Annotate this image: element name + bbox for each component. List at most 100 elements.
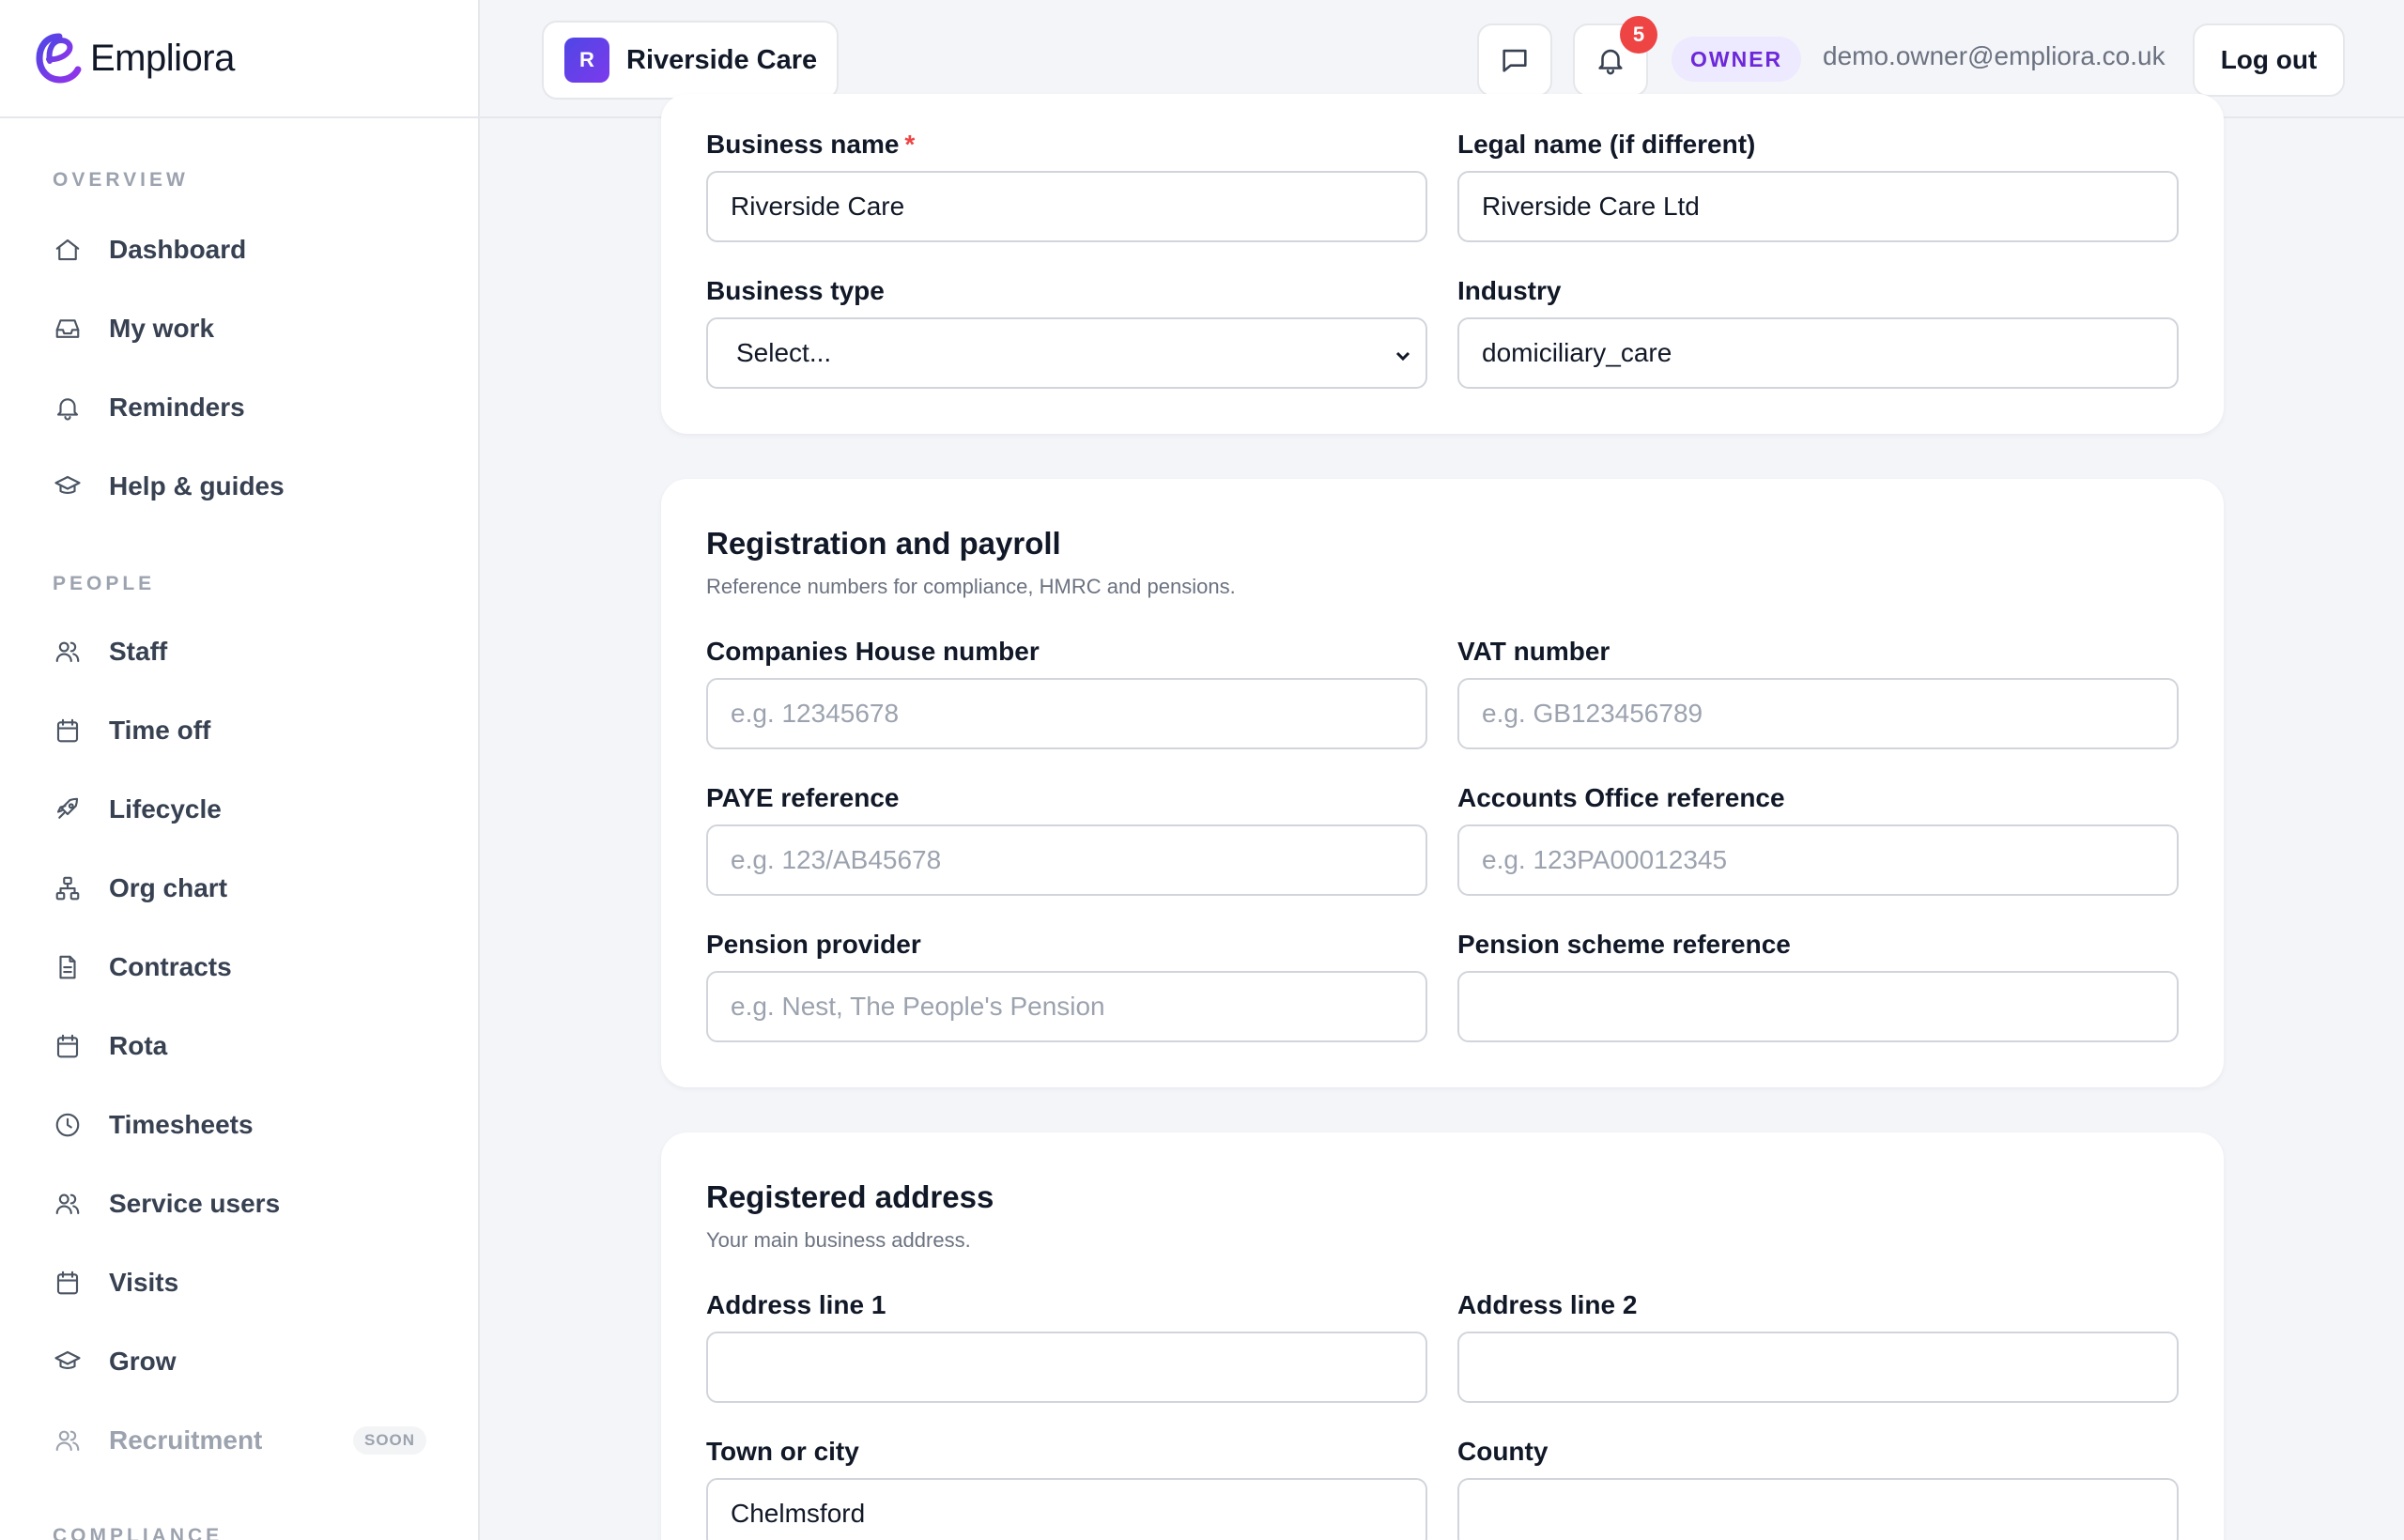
- sidebar-item-service-users[interactable]: Service users: [53, 1179, 428, 1228]
- calendar-icon: [53, 1031, 83, 1061]
- address-line2-label: Address line 2: [1457, 1290, 1638, 1319]
- sidebar-item-grow[interactable]: Grow: [53, 1337, 428, 1386]
- sidebar-item-label: Reminders: [109, 393, 245, 422]
- sidebar-item-label: Rota: [109, 1031, 168, 1060]
- empliora-logo-icon: [36, 33, 82, 84]
- sidebar-item-label: My work: [109, 314, 215, 343]
- calendar-icon: [53, 1268, 83, 1298]
- sidebar-item-rota[interactable]: Rota: [53, 1022, 428, 1070]
- sidebar: Empliora OVERVIEW Dashboard My work Remi…: [0, 0, 480, 1540]
- sidebar-item-lifecycle[interactable]: Lifecycle: [53, 785, 428, 834]
- sidebar-item-reminders[interactable]: Reminders: [53, 383, 428, 432]
- notification-count-badge: 5: [1620, 16, 1657, 54]
- clock-icon: [53, 1110, 83, 1140]
- paye-label: PAYE reference: [706, 783, 900, 812]
- business-details-card: Business name* Legal name (if different)…: [661, 94, 2224, 434]
- town-city-input[interactable]: [706, 1478, 1427, 1540]
- sidebar-item-my-work[interactable]: My work: [53, 304, 428, 353]
- sidebar-item-visits[interactable]: Visits: [53, 1258, 428, 1307]
- pension-provider-input[interactable]: [706, 971, 1427, 1042]
- role-badge: OWNER: [1672, 37, 1802, 82]
- sidebar-item-contracts[interactable]: Contracts: [53, 943, 428, 992]
- chevron-down-icon: [1392, 344, 1414, 366]
- sidebar-item-label: Visits: [109, 1268, 179, 1297]
- nav-section-overview: OVERVIEW: [53, 169, 189, 191]
- logout-button[interactable]: Log out: [2193, 23, 2345, 97]
- address-line2-input[interactable]: [1457, 1332, 2179, 1403]
- county-input[interactable]: [1457, 1478, 2179, 1540]
- sidebar-item-label: Recruitment: [109, 1425, 263, 1455]
- companies-house-input[interactable]: [706, 678, 1427, 749]
- sidebar-item-time-off[interactable]: Time off: [53, 706, 428, 755]
- pension-provider-label: Pension provider: [706, 930, 921, 959]
- graduation-cap-icon: [53, 1347, 83, 1377]
- accounts-office-input[interactable]: [1457, 824, 2179, 896]
- address-line1-label: Address line 1: [706, 1290, 886, 1319]
- sidebar-item-label: Grow: [109, 1347, 177, 1376]
- county-label: County: [1457, 1437, 1549, 1466]
- town-city-label: Town or city: [706, 1437, 859, 1466]
- user-email: demo.owner@empliora.co.uk: [1823, 41, 2165, 70]
- users-icon: [53, 637, 83, 667]
- paye-input[interactable]: [706, 824, 1427, 896]
- registration-payroll-card: Registration and payroll Reference numbe…: [661, 479, 2224, 1087]
- industry-input[interactable]: [1457, 317, 2179, 389]
- graduation-cap-icon: [53, 471, 83, 501]
- business-name-label: Business name *: [706, 130, 916, 159]
- legal-name-input[interactable]: [1457, 171, 2179, 242]
- address-subtitle: Your main business address.: [706, 1228, 971, 1252]
- sidebar-item-timesheets[interactable]: Timesheets: [53, 1101, 428, 1149]
- users-icon: [53, 1425, 83, 1455]
- business-type-select[interactable]: Select...: [706, 317, 1427, 389]
- business-type-selected: Select...: [736, 338, 832, 367]
- sidebar-item-recruitment: Recruitment SOON: [53, 1416, 428, 1465]
- notifications-button[interactable]: 5: [1573, 16, 1657, 97]
- inbox-icon: [53, 314, 83, 344]
- business-type-label: Business type: [706, 276, 885, 305]
- required-marker: *: [904, 130, 916, 159]
- sidebar-item-help-guides[interactable]: Help & guides: [53, 462, 428, 511]
- sidebar-item-dashboard[interactable]: Dashboard: [53, 225, 428, 274]
- sidebar-item-label: Help & guides: [109, 471, 285, 500]
- sidebar-item-label: Service users: [109, 1189, 281, 1218]
- vat-label: VAT number: [1457, 637, 1610, 666]
- sidebar-item-label: Contracts: [109, 952, 232, 981]
- sidebar-item-label: Time off: [109, 716, 211, 745]
- address-title: Registered address: [706, 1179, 994, 1214]
- address-line1-input[interactable]: [706, 1332, 1427, 1403]
- document-icon: [53, 952, 83, 982]
- industry-label: Industry: [1457, 276, 1562, 305]
- pension-scheme-input[interactable]: [1457, 971, 2179, 1042]
- soon-badge: SOON: [353, 1426, 427, 1455]
- sidebar-item-label: Timesheets: [109, 1110, 254, 1139]
- org-switcher[interactable]: R Riverside Care: [542, 21, 839, 100]
- bell-icon: [1598, 49, 1623, 75]
- vat-input[interactable]: [1457, 678, 2179, 749]
- calendar-icon: [53, 716, 83, 746]
- chat-icon: [1502, 49, 1527, 72]
- brand[interactable]: Empliora: [0, 0, 478, 118]
- business-name-input[interactable]: [706, 171, 1427, 242]
- registration-title: Registration and payroll: [706, 526, 1061, 561]
- sidebar-item-label: Lifecycle: [109, 794, 222, 824]
- home-icon: [53, 235, 83, 265]
- nav-section-compliance: COMPLIANCE: [53, 1525, 223, 1540]
- accounts-office-label: Accounts Office reference: [1457, 783, 1785, 812]
- org-chart-icon: [53, 873, 83, 903]
- messages-button[interactable]: [1477, 23, 1552, 97]
- sidebar-item-org-chart[interactable]: Org chart: [53, 864, 428, 913]
- org-avatar: R: [564, 38, 609, 83]
- sidebar-item-staff[interactable]: Staff: [53, 627, 428, 676]
- nav-section-people: PEOPLE: [53, 573, 156, 594]
- sidebar-item-label: Dashboard: [109, 235, 247, 264]
- bell-icon: [53, 393, 83, 423]
- org-name: Riverside Care: [626, 44, 818, 75]
- sidebar-item-label: Staff: [109, 637, 168, 666]
- rocket-icon: [53, 794, 83, 824]
- registration-subtitle: Reference numbers for compliance, HMRC a…: [706, 575, 1236, 598]
- legal-name-label: Legal name (if different): [1457, 130, 1756, 159]
- sidebar-item-label: Org chart: [109, 873, 228, 902]
- users-icon: [53, 1189, 83, 1219]
- pension-scheme-label: Pension scheme reference: [1457, 930, 1791, 959]
- registered-address-card: Registered address Your main business ad…: [661, 1132, 2224, 1540]
